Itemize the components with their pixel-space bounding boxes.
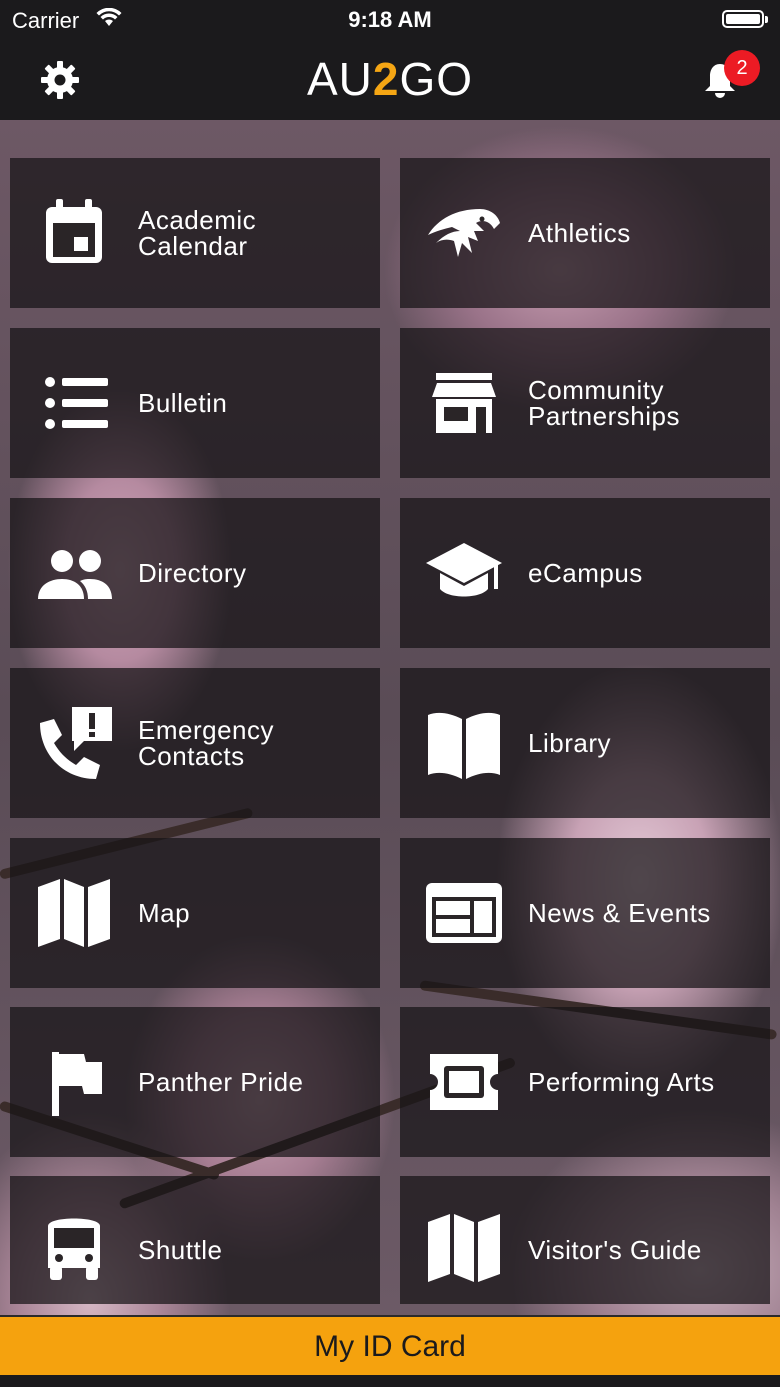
tile-label: Performing Arts [528, 1067, 715, 1097]
phone-alert-icon [40, 707, 112, 779]
panther-icon [428, 209, 500, 257]
calendar-icon [46, 199, 102, 263]
bottom-bar [0, 1375, 780, 1387]
people-icon [38, 550, 112, 599]
status-bar: Carrier 9:18 AM [0, 0, 780, 40]
tile-label: Visitor's Guide [528, 1235, 702, 1265]
map-icon [38, 879, 110, 947]
book-icon [428, 712, 500, 779]
tile-label: News & Events [528, 898, 711, 928]
tile-panther-pride[interactable]: Panther Pride [10, 1007, 380, 1157]
my-id-card-button[interactable]: My ID Card [0, 1315, 780, 1375]
tile-ecampus[interactable]: eCampus [400, 498, 770, 648]
tile-label: Athletics [528, 218, 631, 248]
tile-label: Emergency Contacts [138, 715, 274, 771]
app-logo: AU2GO [306, 53, 474, 105]
tile-label: eCampus [528, 558, 643, 588]
tile-label: Shuttle [138, 1235, 223, 1265]
tile-athletics[interactable]: Athletics [400, 158, 770, 308]
clock: 9:18 AM [348, 7, 432, 32]
tile-map[interactable]: Map [10, 838, 380, 988]
storefront-icon [432, 373, 496, 433]
tile-visitors-guide[interactable]: Visitor's Guide [400, 1176, 770, 1304]
battery-icon [722, 10, 768, 28]
tile-label: Directory [138, 558, 247, 588]
tile-bulletin[interactable]: Bulletin [10, 328, 380, 478]
map-icon [428, 1214, 500, 1282]
tile-label: Community Partnerships [528, 375, 680, 431]
notification-badge[interactable]: 2 [724, 50, 760, 86]
flag-icon [52, 1052, 102, 1116]
graduation-cap-icon [426, 543, 502, 597]
tile-library[interactable]: Library [400, 668, 770, 818]
ticket-icon [430, 1054, 498, 1110]
tile-label: Academic Calendar [138, 205, 257, 261]
tile-community-partnerships[interactable]: Community Partnerships [400, 328, 770, 478]
tile-news-events[interactable]: News & Events [400, 838, 770, 988]
tile-performing-arts[interactable]: Performing Arts [400, 1007, 770, 1157]
tile-directory[interactable]: Directory [10, 498, 380, 648]
bus-icon [48, 1218, 100, 1280]
tile-label: Map [138, 898, 191, 928]
tile-label: Panther Pride [138, 1067, 304, 1097]
tile-academic-calendar[interactable]: Academic Calendar [10, 158, 380, 308]
tile-shuttle[interactable]: Shuttle [10, 1176, 380, 1304]
navigation-bar: AU2GO [0, 40, 780, 120]
tile-label: Bulletin [138, 388, 228, 418]
tile-label: Library [528, 728, 611, 758]
tile-emergency-contacts[interactable]: Emergency Contacts [10, 668, 380, 818]
news-icon [426, 883, 502, 943]
list-icon [45, 377, 108, 429]
